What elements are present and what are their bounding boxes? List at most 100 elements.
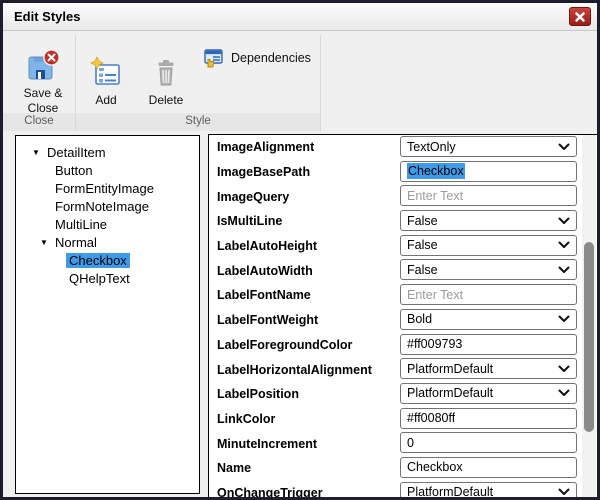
property-dropdown[interactable]: Bold [400, 308, 577, 330]
property-text-input[interactable]: Enter Text [400, 185, 577, 207]
save-close-label: Save & Close [23, 86, 63, 115]
dependencies-label: Dependencies [231, 51, 311, 65]
property-value: TextOnly [407, 139, 456, 154]
property-name: Name [217, 461, 252, 476]
group-caption-close: Close [3, 113, 75, 131]
property-name: LinkColor [217, 411, 276, 426]
chevron-down-icon [558, 217, 570, 225]
tree-item-label: DetailItem [47, 144, 106, 160]
tree-item-label: QHelpText [69, 270, 130, 286]
input-placeholder: Enter Text [407, 287, 464, 302]
scrollbar-thumb[interactable] [584, 242, 594, 432]
property-row: LabelForegroundColor #ff009793 [209, 333, 597, 358]
property-name: IsMultiLine [217, 214, 283, 229]
property-dropdown[interactable]: False [400, 259, 577, 281]
property-dropdown[interactable]: TextOnly [400, 136, 577, 157]
tree-item-checkbox[interactable]: Checkbox [16, 251, 199, 269]
input-placeholder: Enter Text [407, 188, 464, 203]
add-button[interactable]: Add [77, 40, 135, 124]
property-dropdown[interactable]: False [400, 234, 577, 256]
property-value: False [407, 262, 438, 277]
property-value: PlatformDefault [407, 386, 494, 401]
property-text-input[interactable]: #ff0080ff [400, 407, 577, 429]
property-value: PlatformDefault [407, 361, 494, 376]
dependencies-button[interactable]: Dependencies [200, 45, 315, 71]
save-close-icon [26, 49, 60, 83]
tree-item-label: Normal [55, 234, 97, 250]
property-name: LabelPosition [217, 387, 299, 402]
property-name: LabelFontName [217, 288, 311, 303]
delete-label: Delete [148, 93, 184, 108]
tree-item-multiline[interactable]: MultiLine [16, 215, 199, 233]
tree-expander-icon[interactable]: ▼ [40, 238, 52, 247]
delete-button[interactable]: Delete [137, 40, 195, 124]
property-dropdown[interactable]: False [400, 210, 577, 232]
property-row: ImageAlignment TextOnly [209, 135, 597, 160]
property-name: OnChangeTrigger [217, 485, 323, 500]
property-name: LabelHorizontalAlignment [217, 362, 372, 377]
property-name: LabelForegroundColor [217, 337, 353, 352]
tree-item-label: FormNoteImage [55, 198, 149, 214]
property-text-input[interactable]: Checkbox [400, 160, 577, 182]
chevron-down-icon [558, 488, 570, 496]
tree-item-label: MultiLine [55, 216, 108, 232]
property-row: LabelFontWeight Bold [209, 308, 597, 333]
tree-item-detailitem[interactable]: ▼ DetailItem [16, 143, 199, 161]
property-grid: ImageAlignment TextOnly ImageBasePath Check… [208, 134, 597, 500]
save-close-button[interactable]: Save & Close [14, 40, 72, 124]
property-text-input[interactable]: #ff009793 [400, 333, 577, 355]
property-name: ImageQuery [217, 189, 290, 204]
tree-item-button[interactable]: Button [16, 161, 199, 179]
chevron-down-icon [558, 315, 570, 323]
vertical-scrollbar[interactable] [582, 135, 596, 497]
group-separator [320, 35, 321, 131]
tree-item-qhelptext[interactable]: QHelpText [16, 269, 199, 287]
property-text-input[interactable]: Enter Text [400, 284, 577, 306]
property-value: Checkbox [407, 460, 463, 475]
property-row: Name Checkbox [209, 456, 597, 481]
property-dropdown[interactable]: PlatformDefault [400, 481, 577, 500]
property-value: PlatformDefault [407, 485, 494, 500]
property-value: False [407, 238, 438, 253]
property-value: Bold [407, 312, 433, 327]
edit-styles-window: Edit Styles Save & Close Add Delete Depe… [0, 0, 600, 500]
property-text-input[interactable]: Checkbox [400, 456, 577, 478]
chevron-down-icon [558, 365, 570, 373]
close-icon [575, 11, 585, 22]
property-name: LabelFontWeight [217, 313, 319, 328]
property-row: IsMultiLine False [209, 209, 597, 234]
property-name: ImageBasePath [217, 165, 311, 180]
tree-item-normal[interactable]: ▼ Normal [16, 233, 199, 251]
chevron-down-icon [558, 143, 570, 151]
property-value: #ff009793 [407, 337, 463, 351]
property-value: False [407, 213, 438, 228]
tree-item-formentityimage[interactable]: FormEntityImage [16, 179, 199, 197]
property-name: ImageAlignment [217, 140, 315, 155]
property-row: ImageBasePath Checkbox [209, 160, 597, 185]
property-dropdown[interactable]: PlatformDefault [400, 382, 577, 404]
property-value: Checkbox [407, 163, 465, 180]
tree-expander-icon[interactable]: ▼ [32, 148, 44, 157]
tree-item-formnoteimage[interactable]: FormNoteImage [16, 197, 199, 215]
property-row: LabelFontName Enter Text [209, 283, 597, 308]
add-icon [89, 56, 123, 90]
tree-item-label: Checkbox [66, 252, 130, 268]
property-name: LabelAutoWidth [217, 263, 313, 278]
property-row: LinkColor #ff0080ff [209, 407, 597, 432]
property-row: ImageQuery Enter Text [209, 184, 597, 209]
add-label: Add [95, 93, 117, 108]
chevron-down-icon [558, 389, 570, 397]
property-row: LabelAutoHeight False [209, 234, 597, 259]
tree-item-label: FormEntityImage [55, 180, 154, 196]
property-name: MinuteIncrement [217, 436, 318, 451]
chevron-down-icon [558, 266, 570, 274]
window-title: Edit Styles [14, 9, 81, 24]
window-close-button[interactable] [569, 7, 591, 26]
property-dropdown[interactable]: PlatformDefault [400, 358, 577, 380]
dependencies-icon [204, 48, 224, 68]
tree-item-label: Button [55, 162, 93, 178]
group-caption-style: Style [76, 113, 320, 131]
property-text-input[interactable]: 0 [400, 432, 577, 454]
property-value: 0 [407, 435, 414, 450]
delete-icon [149, 56, 183, 90]
